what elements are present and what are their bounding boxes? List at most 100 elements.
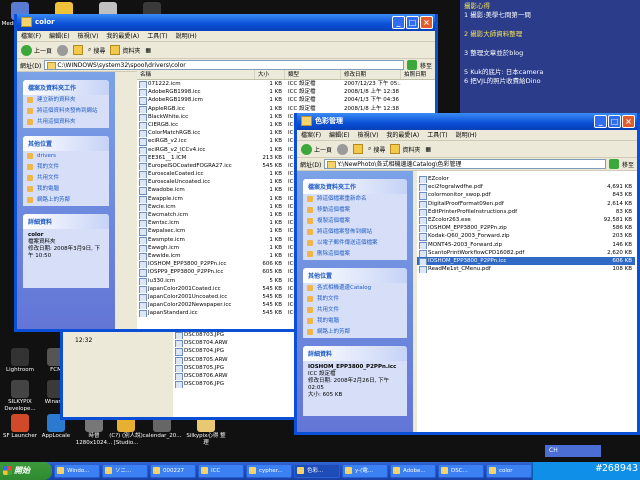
- photo-row[interactable]: DSC08706.JPG2,4: [173, 380, 313, 389]
- task-publish-folder[interactable]: 將這個資料夾發佈到網站: [23, 106, 109, 117]
- desktop-icon[interactable]: SILKYPIX Develope...: [0, 380, 40, 413]
- file-row[interactable]: Kodak-Q60_2003_Forward.zip 203 KB: [417, 232, 637, 241]
- photo-row[interactable]: DSC08703.JPG2,4: [173, 331, 313, 340]
- folders-button[interactable]: 資料夾: [110, 45, 140, 55]
- task-rename[interactable]: 將這個檔案重新命名: [303, 194, 407, 205]
- maximize-button[interactable]: □: [406, 16, 419, 29]
- taskbar-button[interactable]: Adobe...: [390, 464, 436, 478]
- go-label[interactable]: 移至: [622, 160, 634, 169]
- maximize-button[interactable]: □: [608, 115, 621, 128]
- up-folder-icon[interactable]: [353, 144, 364, 154]
- taskbar-button[interactable]: color: [486, 464, 532, 478]
- panel-title[interactable]: 其他位置: [303, 268, 407, 283]
- menu-tools[interactable]: 工具(T): [427, 130, 447, 140]
- file-row[interactable]: IOSHOM_EPP3800_P2PPn.zip 586 KB: [417, 224, 637, 233]
- title-bar[interactable]: 色彩管理 _ □ ×: [297, 113, 637, 130]
- file-row[interactable]: eci2fogralwdfhe.pdf 4,691 KB: [417, 183, 637, 192]
- file-row[interactable]: DigitalProofFormat09en.pdf 2,614 KB: [417, 200, 637, 208]
- panel-title[interactable]: 詳細資料: [303, 346, 407, 361]
- file-row[interactable]: EditPrinterProfileInstructions.pdf 83 KB: [417, 208, 637, 216]
- col-type[interactable]: 類型: [285, 70, 341, 79]
- menu-help[interactable]: 說明(H): [176, 31, 197, 41]
- minimize-button[interactable]: _: [392, 16, 405, 29]
- place-network[interactable]: 網路上的芳鄰: [23, 195, 109, 206]
- views-icon[interactable]: ▦: [145, 47, 151, 54]
- file-row[interactable]: AdobeRGB1998.icc 1 KB ICC 設定檔 2008/1/8 上午 1…: [137, 88, 435, 97]
- close-button[interactable]: ×: [420, 16, 433, 29]
- photo-row[interactable]: DSC08705.ARW2,0: [173, 356, 313, 364]
- place-my-computer[interactable]: 我的電腦: [303, 316, 407, 327]
- file-row[interactable]: AdobeRGB1998.icm 1 KB ICC 設定檔 2004/1/3 下午 0…: [137, 96, 435, 105]
- file-row[interactable]: EZcolor263.exe 92,581 KB: [417, 216, 637, 225]
- task-delete[interactable]: 刪除這個檔案: [303, 249, 407, 260]
- file-row[interactable]: EZcolor: [417, 175, 637, 184]
- start-button[interactable]: 開始: [0, 462, 52, 480]
- task-share-folder[interactable]: 共用這個資料夾: [23, 117, 109, 128]
- menu-view[interactable]: 檢視(V): [358, 130, 379, 140]
- photo-row[interactable]: DSC08704.JPG2,5: [173, 347, 313, 356]
- title-bar[interactable]: color _ □ ×: [17, 14, 435, 31]
- menu-file[interactable]: 檔案(F): [21, 31, 41, 41]
- place-shared-documents[interactable]: 共用文件: [303, 305, 407, 316]
- photo-row[interactable]: DSC08705.JPG2,4: [173, 364, 313, 372]
- panel-title[interactable]: 詳細資料: [23, 214, 109, 229]
- panel-title[interactable]: 檔案及資料夾工作: [23, 80, 109, 95]
- address-input[interactable]: Y:\NewPhoto\各式相機邊邊Catalog\色彩管理: [324, 159, 606, 169]
- taskbar-button[interactable]: ICC: [198, 464, 244, 478]
- task-copy[interactable]: 複製這個檔案: [303, 216, 407, 227]
- taskbar-button[interactable]: y-(電...: [342, 464, 388, 478]
- go-icon[interactable]: [608, 159, 619, 169]
- search-button[interactable]: ⌕ 搜尋: [88, 46, 105, 55]
- photo-row[interactable]: DSC08706.ARW2,0: [173, 372, 313, 381]
- views-icon[interactable]: ▦: [425, 146, 431, 153]
- taskbar-button[interactable]: 色彩...: [294, 464, 340, 478]
- panel-title[interactable]: 檔案及資料夾工作: [303, 179, 407, 194]
- menu-favorites[interactable]: 我的最愛(A): [106, 31, 139, 41]
- col-name[interactable]: 名稱: [137, 70, 255, 79]
- menu-file[interactable]: 檔案(F): [301, 130, 321, 140]
- col-date[interactable]: 修改日期: [341, 70, 401, 79]
- back-button[interactable]: 上一頁: [21, 44, 52, 56]
- place-shared-documents[interactable]: 共用文件: [23, 173, 109, 184]
- place-my-documents[interactable]: 我的文件: [23, 162, 109, 173]
- task-move[interactable]: 移動這個檔案: [303, 205, 407, 216]
- close-button[interactable]: ×: [622, 115, 635, 128]
- task-publish[interactable]: 將這個檔案發佈到網站: [303, 227, 407, 238]
- place-drivers[interactable]: drivers: [23, 151, 109, 162]
- forward-button[interactable]: [337, 143, 349, 155]
- menu-tools[interactable]: 工具(T): [147, 31, 167, 41]
- search-button[interactable]: ⌕ 搜尋: [368, 145, 385, 154]
- file-row[interactable]: ScantoPrintWorkflowCPD16082.pdf 2,620 KB: [417, 249, 637, 257]
- task-email[interactable]: 以電子郵件傳送這個檔案: [303, 238, 407, 249]
- back-button[interactable]: 上一頁: [301, 143, 332, 155]
- folders-button[interactable]: 資料夾: [390, 144, 420, 154]
- col-size[interactable]: 大小: [255, 70, 285, 79]
- menu-edit[interactable]: 編輯(E): [329, 130, 349, 140]
- taskbar-button[interactable]: cypher...: [246, 464, 292, 478]
- go-icon[interactable]: [406, 60, 417, 70]
- minimize-button[interactable]: _: [594, 115, 607, 128]
- taskbar-button[interactable]: DSC...: [438, 464, 484, 478]
- menu-edit[interactable]: 編輯(E): [49, 31, 69, 41]
- place-network[interactable]: 網路上的芳鄰: [303, 327, 407, 338]
- desktop-icon[interactable]: SF Launcher: [0, 414, 40, 440]
- place-my-computer[interactable]: 我的電腦: [23, 184, 109, 195]
- color-management-window[interactable]: 色彩管理 _ □ × 檔案(F) 編輯(E) 檢視(V) 我的最愛(A) 工具(…: [294, 113, 640, 435]
- forward-button[interactable]: [57, 44, 69, 56]
- file-row[interactable]: ReadMe1st_CMenu.pdf 108 KB: [417, 265, 637, 274]
- place-catalog[interactable]: 各式相機邊邊Catalog: [303, 283, 407, 294]
- taskbar-button[interactable]: 000227: [150, 464, 196, 478]
- language-bar[interactable]: CH: [545, 445, 601, 457]
- taskbar-button[interactable]: ソニ...: [102, 464, 148, 478]
- desktop-icon[interactable]: Lightroom: [0, 348, 40, 374]
- file-row[interactable]: colormonitor_swop.pdf 843 KB: [417, 191, 637, 200]
- go-label[interactable]: 移至: [420, 61, 432, 70]
- menu-view[interactable]: 檢視(V): [78, 31, 99, 41]
- menu-help[interactable]: 說明(H): [456, 130, 477, 140]
- file-list[interactable]: EZcolor eci2fogralwdfhe.pdf 4,691 KB colorm…: [417, 171, 637, 432]
- file-row[interactable]: AppleRGB.icc 1 KB ICC 設定檔 2008/1/8 上午 12:38: [137, 105, 435, 113]
- file-row[interactable]: IOSHOM_EPP3800_P2PPn.icc 606 KB: [417, 256, 637, 266]
- col-photo-date[interactable]: 拍照日期: [401, 70, 435, 79]
- task-new-folder[interactable]: 建立新的資料夾: [23, 95, 109, 106]
- photo-row[interactable]: DSC08704.ARW2,0: [173, 339, 313, 348]
